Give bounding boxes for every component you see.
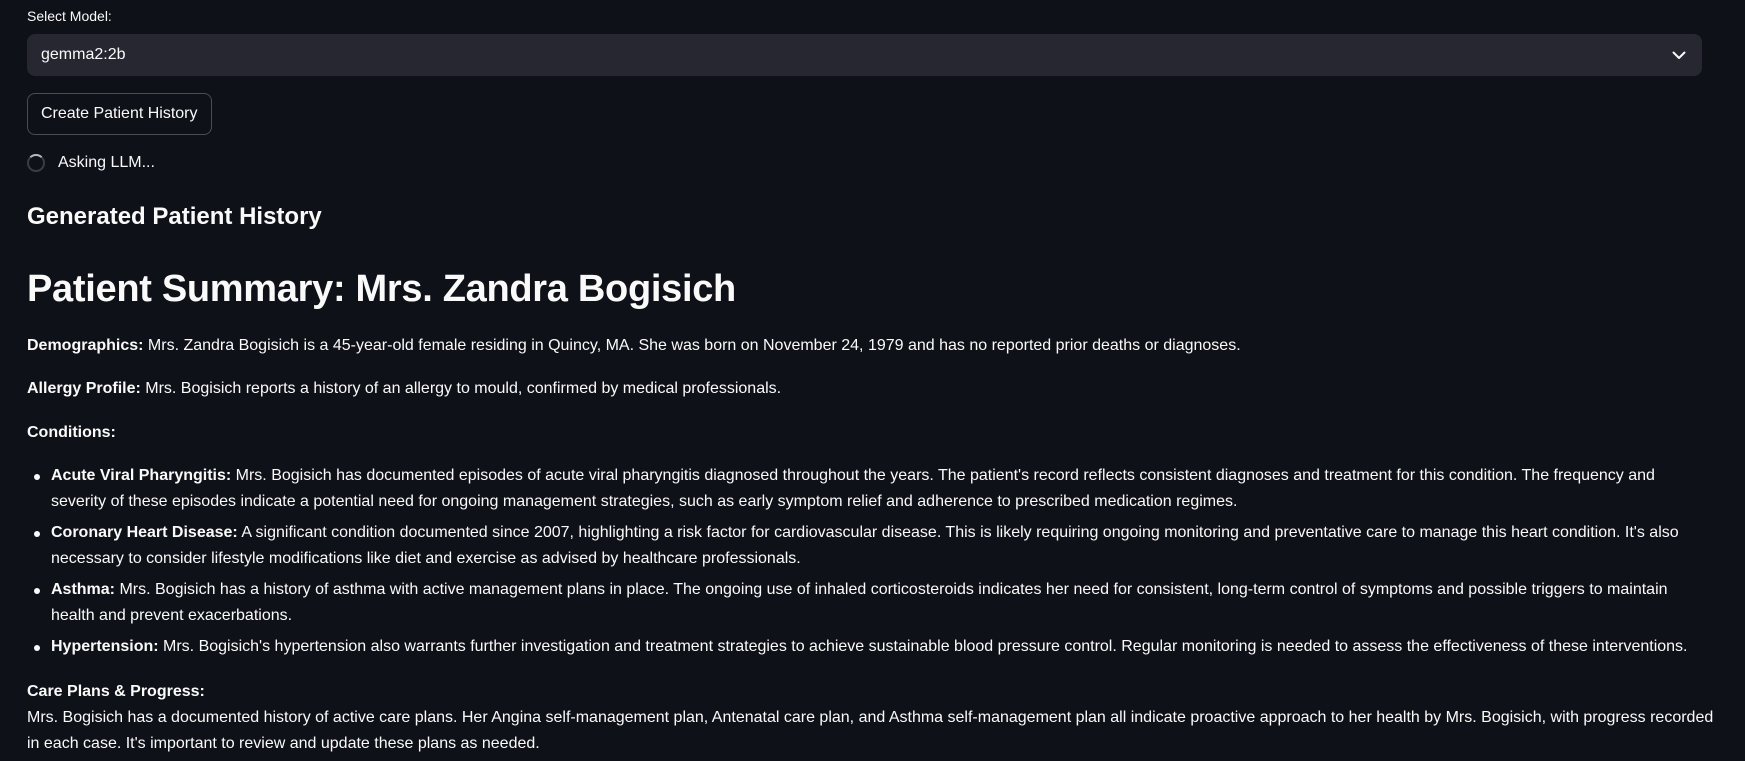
conditions-list: Acute Viral Pharyngitis: Mrs. Bogisich h… (27, 463, 1717, 665)
condition-text: A significant condition documented since… (51, 524, 1679, 567)
allergy-label: Allergy Profile: (27, 380, 141, 397)
list-item: Asthma: Mrs. Bogisich has a history of a… (34, 577, 1717, 629)
care-plans-text: Mrs. Bogisich has a documented history o… (27, 709, 1714, 752)
section-heading: Generated Patient History (27, 203, 322, 230)
condition-text: Mrs. Bogisich has documented episodes of… (51, 467, 1655, 510)
chevron-down-icon (1670, 46, 1688, 64)
spinner-icon (27, 154, 45, 172)
list-item: Hypertension: Mrs. Bogisich's hypertensi… (34, 634, 1717, 660)
condition-name: Hypertension: (51, 638, 159, 655)
list-item: Acute Viral Pharyngitis: Mrs. Bogisich h… (34, 463, 1717, 515)
app-main: Select Model: gemma2:2b Create Patient H… (0, 0, 1745, 761)
demographics-label: Demographics: (27, 337, 144, 354)
condition-name: Coronary Heart Disease: (51, 524, 238, 541)
patient-summary-title: Patient Summary: Mrs. Zandra Bogisich (27, 268, 736, 310)
condition-name: Acute Viral Pharyngitis: (51, 467, 232, 484)
care-plans-heading: Care Plans & Progress: (27, 683, 205, 700)
condition-text: Mrs. Bogisich's hypertension also warran… (158, 638, 1688, 655)
status-indicator: Asking LLM... (27, 154, 155, 172)
demographics-text: Mrs. Zandra Bogisich is a 45-year-old fe… (143, 337, 1241, 354)
demographics-paragraph: Demographics: Mrs. Zandra Bogisich is a … (27, 333, 1717, 359)
create-patient-history-button[interactable]: Create Patient History (27, 93, 212, 135)
conditions-label: Conditions: (27, 424, 116, 441)
list-item: Coronary Heart Disease: A significant co… (34, 520, 1717, 572)
condition-text: Mrs. Bogisich has a history of asthma wi… (51, 581, 1668, 624)
allergy-paragraph: Allergy Profile: Mrs. Bogisich reports a… (27, 376, 1717, 402)
model-select-value: gemma2:2b (41, 46, 126, 63)
allergy-text: Mrs. Bogisich reports a history of an al… (140, 380, 782, 397)
status-text: Asking LLM... (58, 154, 155, 171)
model-select-label: Select Model: (27, 8, 112, 24)
model-select[interactable]: gemma2:2b (27, 34, 1702, 76)
conditions-heading: Conditions: (27, 420, 1717, 446)
condition-name: Asthma: (51, 581, 116, 598)
